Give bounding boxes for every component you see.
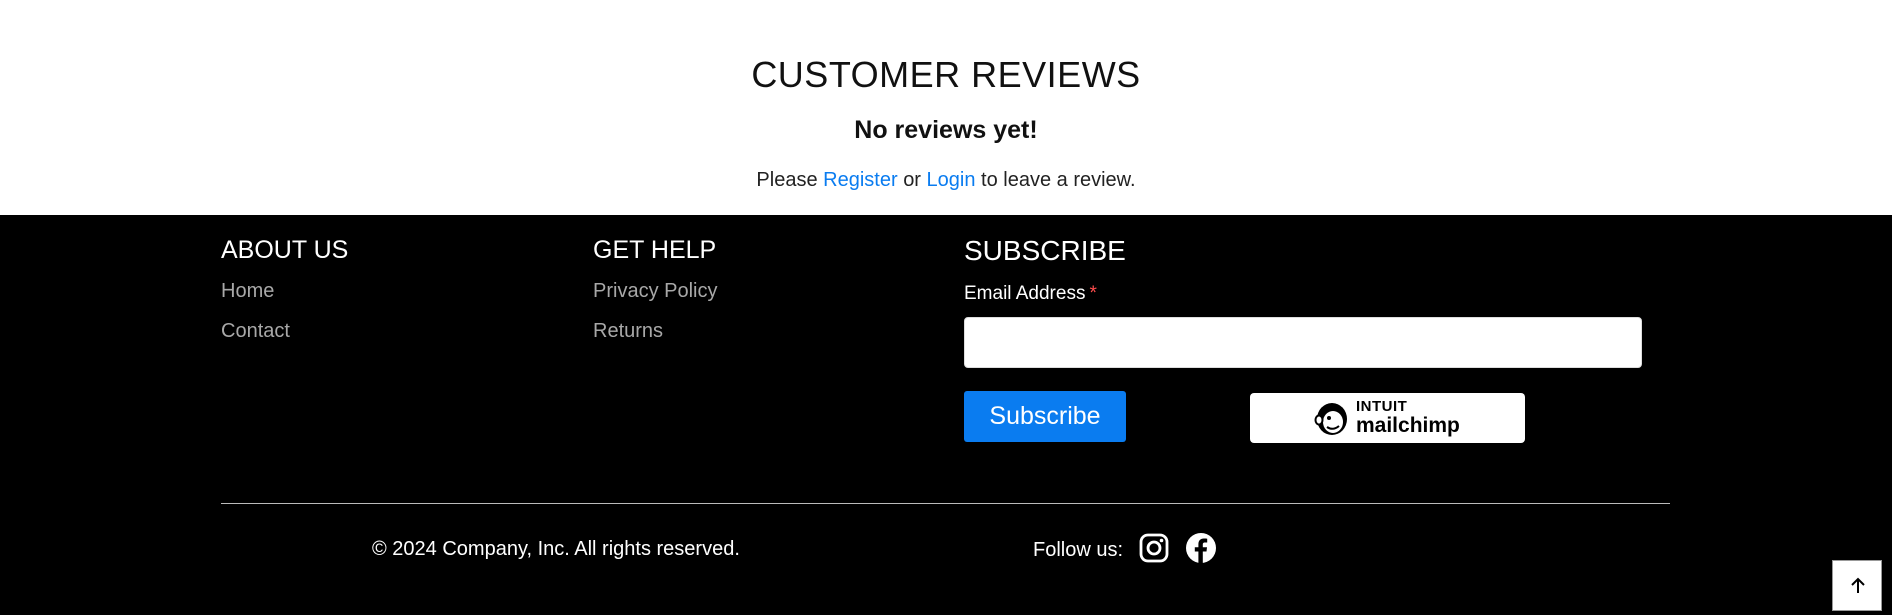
mailchimp-line2: mailchimp xyxy=(1356,414,1460,437)
mailchimp-freddie-icon xyxy=(1314,401,1347,435)
copyright-text: © 2024 Company, Inc. All rights reserved… xyxy=(372,538,740,560)
facebook-icon[interactable] xyxy=(1185,532,1217,564)
about-us-title: ABOUT US xyxy=(221,236,349,264)
no-reviews-message: No reviews yet! xyxy=(854,116,1038,144)
mailchimp-line1: INTUIT xyxy=(1356,398,1408,415)
footer-link-privacy-policy[interactable]: Privacy Policy xyxy=(593,280,717,303)
review-login-prompt: Please Register or Login to leave a revi… xyxy=(0,169,1892,192)
prompt-prefix: Please xyxy=(756,169,818,191)
mailchimp-badge[interactable]: INTUIT mailchimp xyxy=(1250,393,1525,443)
email-input[interactable] xyxy=(964,317,1642,368)
footer-link-returns[interactable]: Returns xyxy=(593,320,663,343)
follow-us-label: Follow us: xyxy=(1033,539,1124,561)
register-link[interactable]: Register xyxy=(823,169,897,191)
subscribe-title: SUBSCRIBE xyxy=(964,235,1126,266)
customer-reviews-section: CUSTOMER REVIEWS No reviews yet! Please … xyxy=(0,0,1892,215)
footer-link-home[interactable]: Home xyxy=(221,280,274,303)
reviews-title: CUSTOMER REVIEWS xyxy=(751,54,1141,95)
arrow-up-icon xyxy=(1851,577,1865,593)
subscribe-button[interactable]: Subscribe xyxy=(964,391,1126,442)
mailchimp-wordmark: INTUIT mailchimp xyxy=(1356,399,1460,436)
get-help-title: GET HELP xyxy=(593,236,717,264)
prompt-or: or xyxy=(903,169,921,191)
required-asterisk: * xyxy=(1089,283,1097,304)
back-to-top-button[interactable] xyxy=(1832,560,1882,611)
login-link[interactable]: Login xyxy=(927,169,976,191)
site-footer: ABOUT US Home Contact GET HELP Privacy P… xyxy=(0,215,1892,615)
footer-link-contact[interactable]: Contact xyxy=(221,320,290,343)
instagram-icon[interactable] xyxy=(1138,532,1170,564)
email-field-label: Email Address * xyxy=(964,283,1097,305)
email-label-text: Email Address xyxy=(964,283,1086,304)
prompt-suffix: to leave a review. xyxy=(981,169,1136,191)
footer-divider xyxy=(221,503,1670,504)
